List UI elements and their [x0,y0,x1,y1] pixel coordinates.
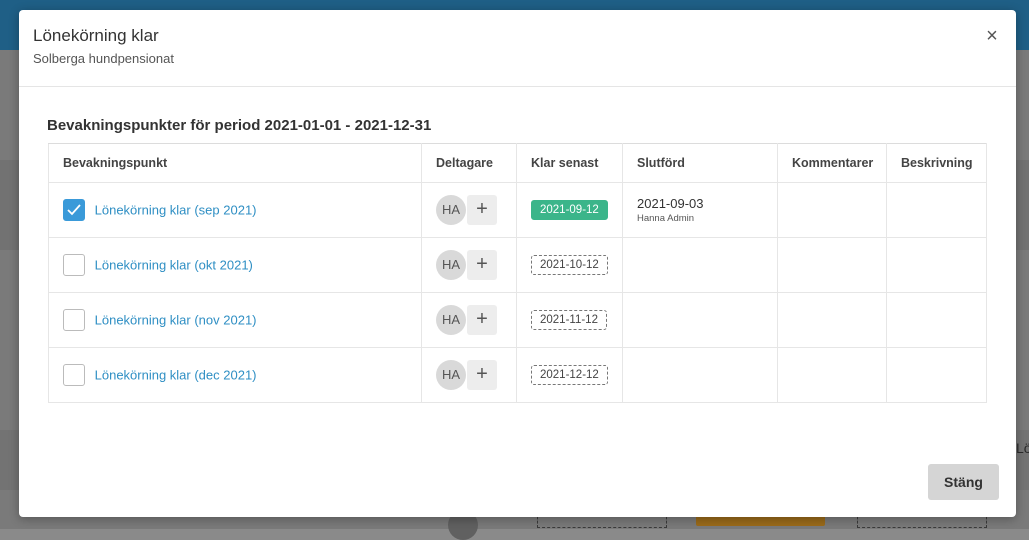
column-header-description: Beskrivning [886,143,987,183]
completed-cell [622,347,778,403]
table-row: Lönekörning klar (nov 2021) HA + 2021-11-… [48,292,987,348]
add-participant-button[interactable]: + [467,195,497,225]
completed-cell [622,237,778,293]
add-participant-button[interactable]: + [467,360,497,390]
comments-cell [777,237,887,293]
table-row: Lönekörning klar (dec 2021) HA + 2021-12-… [48,347,987,403]
table-row: Lönekörning klar (okt 2021) HA + 2021-10-… [48,237,987,293]
due-date-badge: 2021-12-12 [531,365,608,385]
point-cell: Lönekörning klar (sep 2021) [48,182,422,238]
checkpoint-link[interactable]: Lönekörning klar (nov 2021) [95,313,257,328]
due-cell: 2021-09-12 [516,182,623,238]
participant-avatar: HA [436,250,466,280]
completed-cell: 2021-09-03 Hanna Admin [622,182,778,238]
modal-subtitle: Solberga hundpensionat [33,51,174,66]
completed-checkbox[interactable] [63,254,85,276]
due-cell: 2021-11-12 [516,292,623,348]
add-participant-button[interactable]: + [467,250,497,280]
column-header-comments: Kommentarer [777,143,887,183]
point-cell: Lönekörning klar (okt 2021) [48,237,422,293]
participant-avatar: HA [436,305,466,335]
participant-avatar: HA [436,195,466,225]
modal-header: Lönekörning klar Solberga hundpensionat … [19,10,1016,87]
description-cell [886,347,987,403]
section-title: Bevakningspunkter för period 2021-01-01 … [47,117,432,134]
table-header-row: Bevakningspunkt Deltagare Klar senast Sl… [48,143,987,183]
due-date-badge: 2021-10-12 [531,255,608,275]
participants-cell: HA + [421,292,517,348]
completed-by: Hanna Admin [637,212,695,224]
modal-title: Lönekörning klar [33,26,159,45]
participants-cell: HA + [421,347,517,403]
table-row: Lönekörning klar (sep 2021) HA + 2021-09-… [48,182,987,238]
column-header-point: Bevakningspunkt [48,143,422,183]
comments-cell [777,347,887,403]
close-button[interactable]: Stäng [928,464,999,500]
participant-avatar: HA [436,360,466,390]
comments-cell [777,182,887,238]
comments-cell [777,292,887,348]
column-header-due: Klar senast [516,143,623,183]
checkmark-icon [67,204,81,216]
checkpoint-link[interactable]: Lönekörning klar (okt 2021) [95,258,253,273]
close-icon[interactable]: × [982,26,1002,46]
description-cell [886,292,987,348]
completed-checkbox[interactable] [63,199,85,221]
participants-cell: HA + [421,182,517,238]
checkpoints-table: Bevakningspunkt Deltagare Klar senast Sl… [48,143,987,403]
description-cell [886,182,987,238]
background-text: Lö [1016,440,1029,456]
column-header-completed: Slutförd [622,143,778,183]
add-participant-button[interactable]: + [467,305,497,335]
description-cell [886,237,987,293]
checkpoint-link[interactable]: Lönekörning klar (sep 2021) [95,203,257,218]
completed-checkbox[interactable] [63,309,85,331]
point-cell: Lönekörning klar (nov 2021) [48,292,422,348]
due-cell: 2021-10-12 [516,237,623,293]
due-cell: 2021-12-12 [516,347,623,403]
participants-cell: HA + [421,237,517,293]
completed-checkbox[interactable] [63,364,85,386]
due-date-badge: 2021-11-12 [531,310,607,330]
due-date-badge: 2021-09-12 [531,200,608,220]
column-header-participants: Deltagare [421,143,517,183]
completed-date: 2021-09-03 [637,195,704,211]
modal-dialog: Lönekörning klar Solberga hundpensionat … [19,10,1016,517]
checkpoint-link[interactable]: Lönekörning klar (dec 2021) [95,368,257,383]
point-cell: Lönekörning klar (dec 2021) [48,347,422,403]
completed-cell [622,292,778,348]
